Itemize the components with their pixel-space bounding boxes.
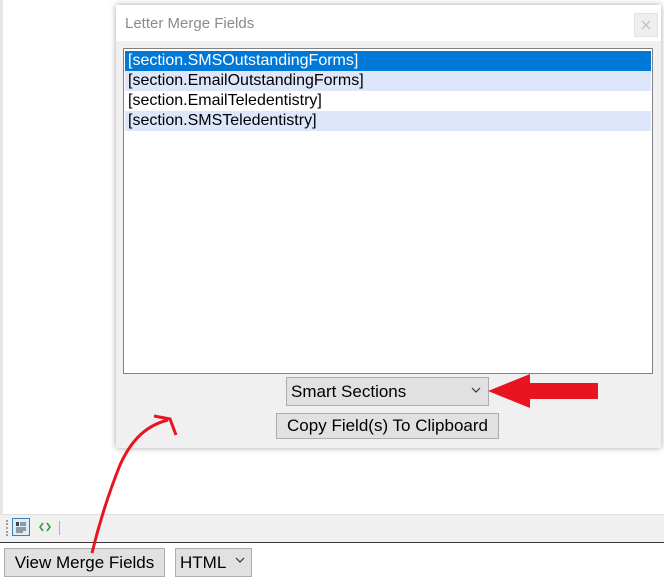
dialog-title: Letter Merge Fields (125, 15, 255, 32)
section-type-select[interactable]: Smart Sections (286, 377, 489, 406)
format-select[interactable]: HTML (175, 548, 252, 577)
format-select-value: HTML (180, 552, 227, 572)
toolbar-separator (59, 521, 60, 535)
app-window: View Merge Fields HTML Letter Merge Fiel… (0, 0, 664, 581)
toolbar-grip[interactable] (6, 520, 10, 536)
editor-toolbar (0, 514, 664, 543)
source-code-icon[interactable] (36, 518, 54, 536)
letter-merge-fields-dialog: Letter Merge Fields [section.SMSOutstand… (116, 5, 661, 448)
dialog-titlebar[interactable]: Letter Merge Fields (116, 5, 661, 41)
close-icon[interactable] (634, 13, 658, 37)
chevron-down-icon (471, 384, 481, 398)
editor-left-edge (0, 0, 3, 520)
list-item[interactable]: [section.SMSOutstandingForms] (125, 51, 651, 71)
list-item[interactable]: [section.EmailOutstandingForms] (125, 71, 651, 91)
view-merge-fields-button[interactable]: View Merge Fields (4, 548, 165, 577)
copy-fields-button[interactable]: Copy Field(s) To Clipboard (276, 413, 499, 439)
chevron-down-icon (235, 554, 245, 568)
list-item[interactable]: [section.SMSTeledentistry] (125, 111, 651, 131)
list-item[interactable]: [section.EmailTeledentistry] (125, 91, 651, 111)
design-view-icon[interactable] (12, 518, 30, 536)
merge-fields-list[interactable]: [section.SMSOutstandingForms] [section.E… (123, 48, 653, 374)
section-type-value: Smart Sections (291, 381, 407, 401)
